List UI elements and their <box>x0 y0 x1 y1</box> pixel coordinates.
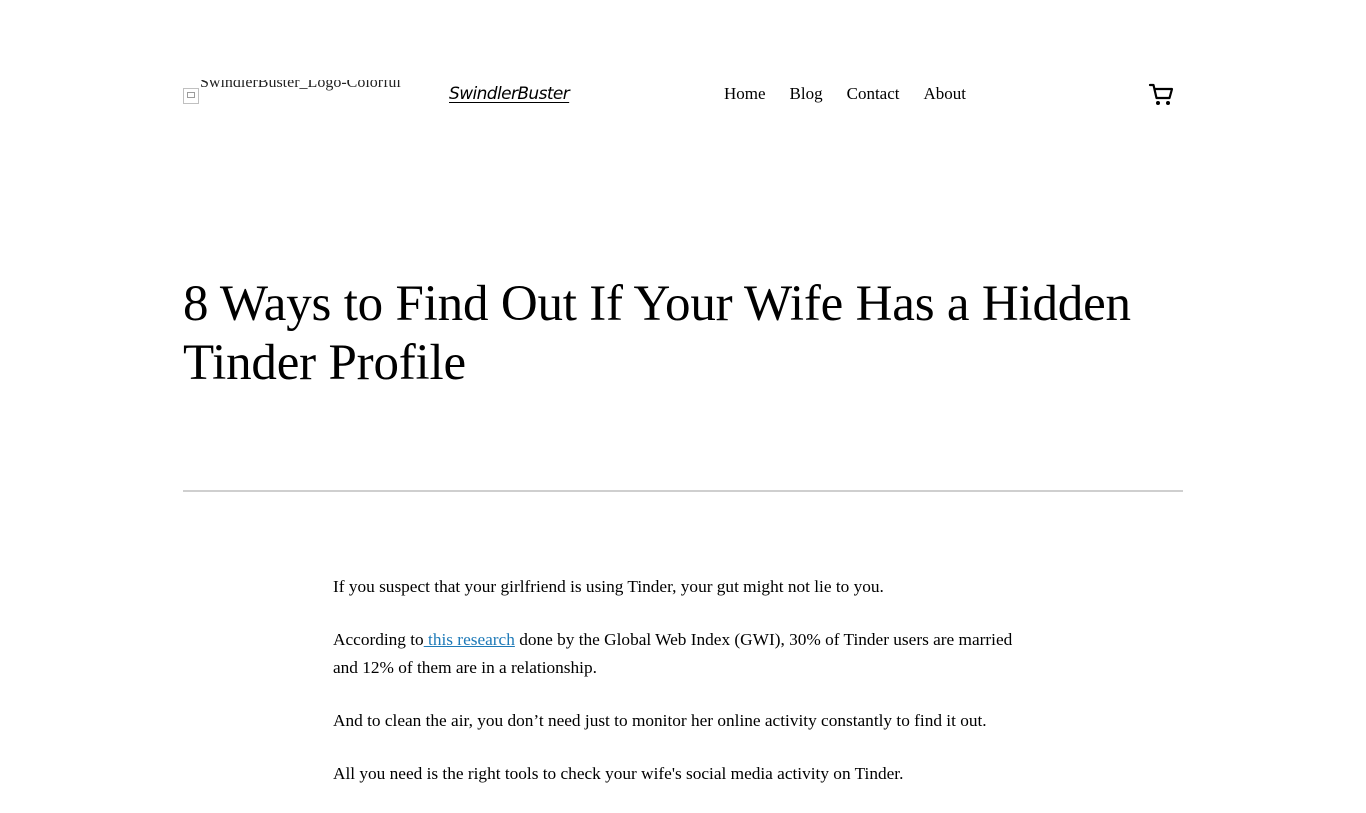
broken-image-icon <box>183 88 199 104</box>
primary-nav: Home Blog Contact About <box>724 84 966 104</box>
title-divider <box>183 490 1183 492</box>
research-link[interactable]: this research <box>424 630 515 649</box>
paragraph-2-start: According to <box>333 630 424 649</box>
paragraph-4: All you need is the right tools to check… <box>333 764 904 783</box>
paragraph-2: According to this research done by the G… <box>333 626 1033 682</box>
paragraph-1: If you suspect that your girlfriend is u… <box>333 577 884 596</box>
cart-icon[interactable] <box>1147 80 1175 108</box>
nav-contact[interactable]: Contact <box>847 84 900 104</box>
site-logo[interactable]: SwindlerBuster_Logo-Colorful <box>183 80 428 104</box>
site-title-link[interactable]: SwindlerBuster <box>449 84 570 104</box>
logo-alt-text: SwindlerBuster_Logo-Colorful <box>200 80 401 91</box>
post-content: If you suspect that your girlfriend is u… <box>333 573 1033 813</box>
nav-home[interactable]: Home <box>724 84 766 104</box>
post-title: 8 Ways to Find Out If Your Wife Has a Hi… <box>183 276 1131 391</box>
nav-about[interactable]: About <box>924 84 967 104</box>
site-header: SwindlerBuster_Logo-Colorful SwindlerBus… <box>183 78 1183 114</box>
nav-blog[interactable]: Blog <box>790 84 823 104</box>
paragraph-3: And to clean the air, you don’t need jus… <box>333 711 987 730</box>
